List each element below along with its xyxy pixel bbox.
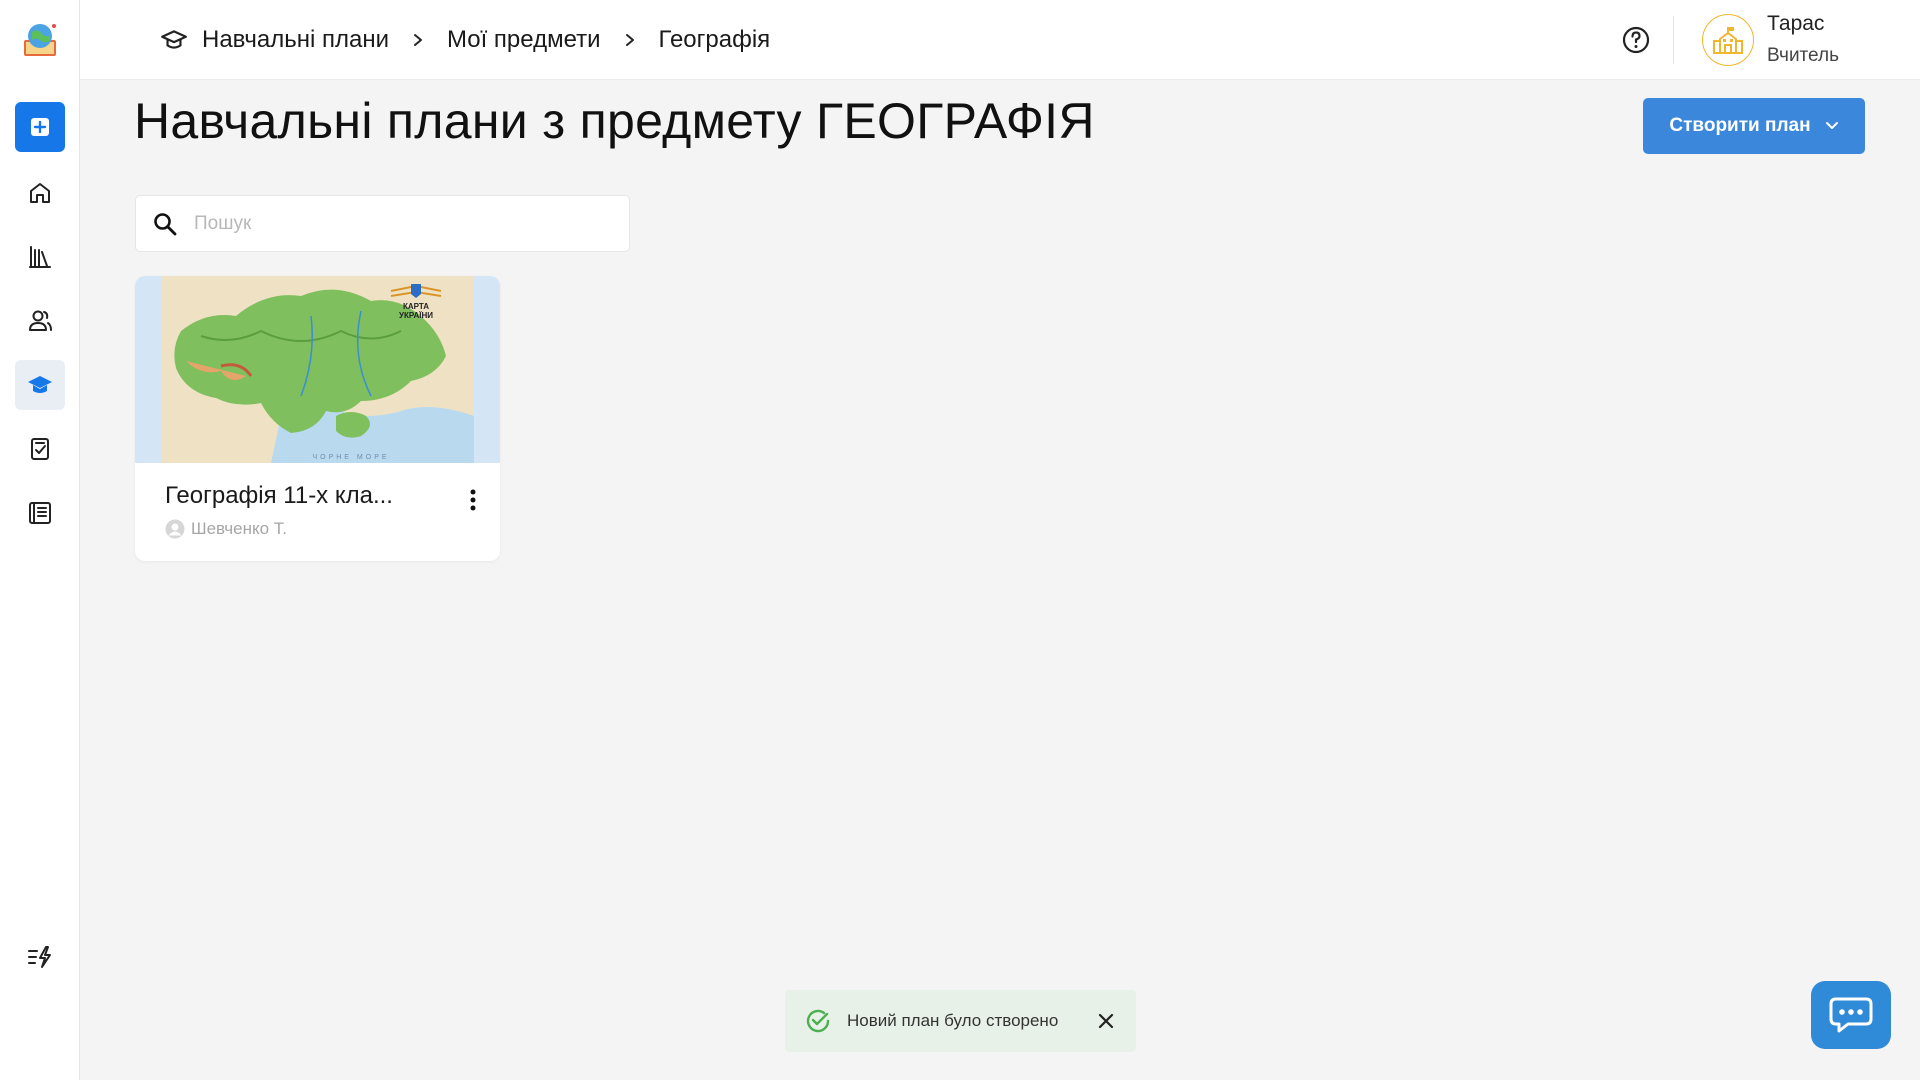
search-icon — [152, 210, 180, 238]
globe-book-logo-icon — [23, 24, 56, 56]
graduation-cap-icon — [27, 376, 52, 393]
success-toast: Новий план було створено — [785, 990, 1136, 1052]
create-plan-button[interactable]: Створити план — [1643, 98, 1865, 154]
plan-card-title: Географія 11-х кла... — [165, 482, 393, 509]
user-role: Вчитель — [1767, 45, 1839, 66]
school-building-icon — [1713, 27, 1743, 54]
search-input[interactable] — [194, 212, 594, 235]
check-circle-icon — [805, 1007, 833, 1035]
user-name: Тарас — [1767, 12, 1825, 35]
search-box — [135, 195, 630, 252]
chevron-right-icon — [619, 29, 641, 51]
plan-card-thumbnail: КАРТА УКРАЇНИ ЧОРНЕ МОРЕ — [135, 276, 500, 463]
sidebar-item-library[interactable] — [15, 232, 65, 282]
page-title: Навчальні плани з предмету ГЕОГРАФІЯ — [134, 93, 1095, 149]
sidebar-item-curricula[interactable] — [14, 360, 65, 410]
users-icon — [28, 310, 52, 331]
plan-card-menu-button[interactable] — [461, 482, 485, 518]
chevron-right-icon — [407, 29, 429, 51]
user-avatar-icon — [165, 519, 185, 539]
sidebar-add-button[interactable] — [14, 102, 65, 152]
map-sea-label: ЧОРНЕ МОРЕ — [312, 454, 389, 461]
home-icon — [29, 183, 50, 203]
breadcrumb: Навчальні плани Мої предмети Географія — [160, 22, 770, 58]
top-header: Навчальні плани Мої предмети Географія Т… — [80, 0, 1920, 80]
chat-support-button[interactable] — [1811, 981, 1891, 1049]
plan-card[interactable]: КАРТА УКРАЇНИ ЧОРНЕ МОРЕ Географія 11-х … — [135, 276, 500, 561]
checklist-icon — [30, 438, 49, 460]
graduation-cap-outline-icon — [160, 26, 188, 54]
header-divider — [1673, 16, 1674, 64]
sidebar-item-users[interactable] — [15, 296, 65, 346]
app-logo[interactable] — [18, 18, 62, 62]
sidebar-item-assignments[interactable] — [15, 424, 65, 474]
plan-card-author: Шевченко Т. — [165, 519, 287, 539]
journal-icon — [28, 502, 51, 524]
toast-message: Новий план було створено — [847, 1011, 1059, 1030]
ukraine-map-image: КАРТА УКРАЇНИ ЧОРНЕ МОРЕ — [161, 276, 474, 463]
breadcrumb-item-geography: Географія — [658, 26, 771, 53]
sidebar-item-home[interactable] — [15, 168, 65, 218]
sidebar-item-journal[interactable] — [15, 488, 65, 538]
sidebar — [0, 0, 80, 1080]
avatar[interactable] — [1702, 14, 1754, 66]
help-button[interactable] — [1620, 24, 1652, 56]
books-icon — [28, 246, 51, 268]
create-plan-label: Створити план — [1669, 115, 1811, 136]
map-caption-line2: УКРАЇНИ — [399, 311, 433, 320]
plan-card-author-name: Шевченко Т. — [191, 519, 288, 538]
map-caption-line1: КАРТА — [403, 302, 429, 311]
more-vertical-icon — [470, 489, 476, 511]
toast-close-button[interactable] — [1094, 1009, 1118, 1033]
question-circle-icon — [1622, 26, 1650, 54]
plus-square-icon — [30, 118, 49, 136]
close-icon — [1098, 1013, 1114, 1029]
flash-list-icon — [27, 946, 51, 968]
sidebar-whats-new-button[interactable] — [15, 932, 65, 982]
chevron-down-icon — [1825, 122, 1838, 129]
breadcrumb-item-my-subjects[interactable]: Мої предмети — [447, 26, 601, 54]
breadcrumb-item-curricula[interactable]: Навчальні плани — [202, 26, 389, 54]
chat-bubble-icon — [1829, 997, 1873, 1033]
